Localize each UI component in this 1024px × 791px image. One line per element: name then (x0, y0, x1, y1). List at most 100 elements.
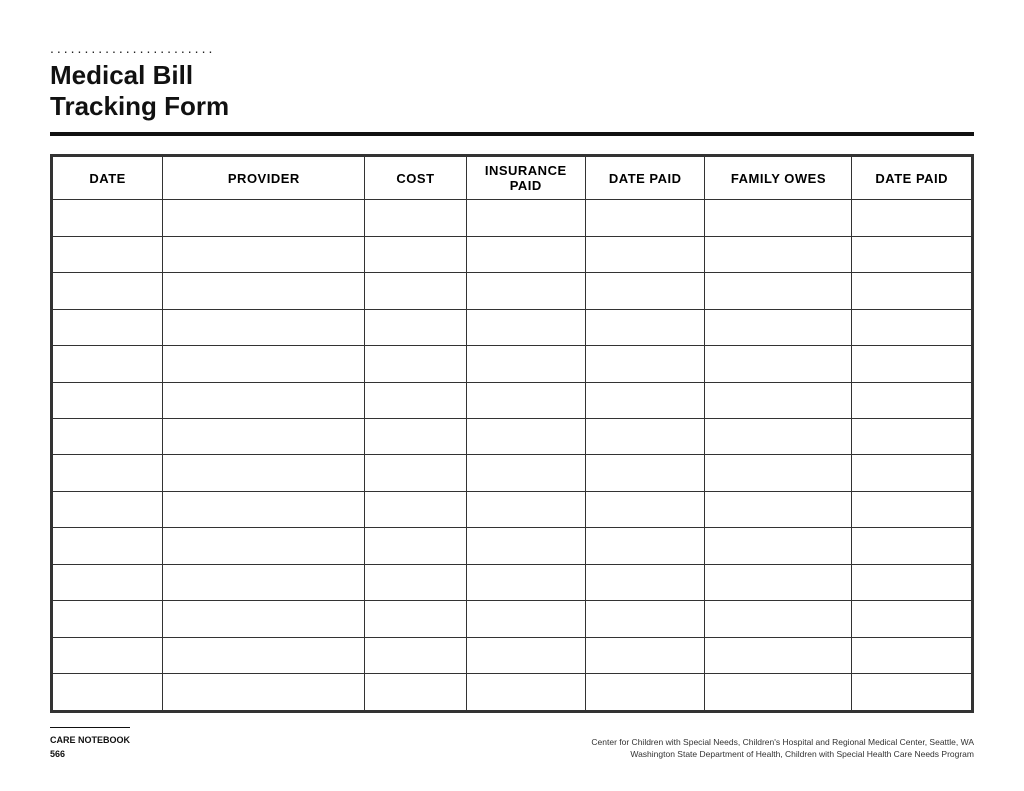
table-cell[interactable] (163, 601, 365, 637)
table-row[interactable] (53, 419, 972, 455)
table-cell[interactable] (705, 309, 852, 345)
table-cell[interactable] (365, 674, 466, 710)
table-cell[interactable] (585, 455, 704, 491)
table-cell[interactable] (585, 419, 704, 455)
table-cell[interactable] (365, 309, 466, 345)
table-cell[interactable] (365, 637, 466, 673)
table-cell[interactable] (365, 528, 466, 564)
table-cell[interactable] (705, 601, 852, 637)
table-cell[interactable] (705, 382, 852, 418)
table-cell[interactable] (705, 200, 852, 236)
table-cell[interactable] (163, 637, 365, 673)
table-cell[interactable] (163, 236, 365, 272)
table-cell[interactable] (53, 346, 163, 382)
table-cell[interactable] (852, 674, 972, 710)
table-cell[interactable] (466, 455, 585, 491)
table-cell[interactable] (53, 637, 163, 673)
table-cell[interactable] (163, 200, 365, 236)
table-cell[interactable] (163, 455, 365, 491)
table-cell[interactable] (852, 419, 972, 455)
table-cell[interactable] (852, 273, 972, 309)
table-cell[interactable] (585, 346, 704, 382)
table-cell[interactable] (365, 236, 466, 272)
table-row[interactable] (53, 309, 972, 345)
table-cell[interactable] (585, 564, 704, 600)
table-cell[interactable] (585, 382, 704, 418)
table-cell[interactable] (53, 273, 163, 309)
table-cell[interactable] (163, 346, 365, 382)
table-cell[interactable] (365, 491, 466, 527)
table-row[interactable] (53, 637, 972, 673)
table-cell[interactable] (53, 419, 163, 455)
table-cell[interactable] (705, 528, 852, 564)
table-cell[interactable] (466, 236, 585, 272)
table-cell[interactable] (466, 382, 585, 418)
table-cell[interactable] (163, 273, 365, 309)
table-cell[interactable] (365, 346, 466, 382)
table-cell[interactable] (466, 674, 585, 710)
table-cell[interactable] (852, 491, 972, 527)
table-cell[interactable] (852, 564, 972, 600)
table-cell[interactable] (365, 455, 466, 491)
table-row[interactable] (53, 674, 972, 710)
table-cell[interactable] (852, 455, 972, 491)
table-cell[interactable] (53, 455, 163, 491)
table-cell[interactable] (705, 419, 852, 455)
table-cell[interactable] (163, 564, 365, 600)
table-cell[interactable] (163, 309, 365, 345)
table-row[interactable] (53, 491, 972, 527)
table-cell[interactable] (705, 346, 852, 382)
table-cell[interactable] (466, 564, 585, 600)
table-cell[interactable] (705, 564, 852, 600)
table-cell[interactable] (163, 382, 365, 418)
table-cell[interactable] (585, 491, 704, 527)
table-cell[interactable] (852, 601, 972, 637)
table-cell[interactable] (705, 236, 852, 272)
table-cell[interactable] (53, 528, 163, 564)
table-cell[interactable] (53, 491, 163, 527)
table-cell[interactable] (705, 637, 852, 673)
table-cell[interactable] (365, 601, 466, 637)
table-cell[interactable] (466, 346, 585, 382)
table-cell[interactable] (365, 200, 466, 236)
table-cell[interactable] (705, 491, 852, 527)
table-cell[interactable] (705, 273, 852, 309)
table-cell[interactable] (466, 637, 585, 673)
table-cell[interactable] (852, 200, 972, 236)
table-cell[interactable] (53, 309, 163, 345)
table-cell[interactable] (365, 564, 466, 600)
table-row[interactable] (53, 236, 972, 272)
table-cell[interactable] (585, 601, 704, 637)
table-cell[interactable] (585, 309, 704, 345)
table-cell[interactable] (852, 528, 972, 564)
table-cell[interactable] (705, 455, 852, 491)
table-cell[interactable] (585, 637, 704, 673)
table-cell[interactable] (852, 346, 972, 382)
table-cell[interactable] (163, 491, 365, 527)
table-row[interactable] (53, 273, 972, 309)
table-cell[interactable] (365, 419, 466, 455)
table-cell[interactable] (852, 309, 972, 345)
table-cell[interactable] (365, 382, 466, 418)
table-cell[interactable] (466, 601, 585, 637)
table-row[interactable] (53, 455, 972, 491)
table-row[interactable] (53, 200, 972, 236)
table-cell[interactable] (53, 564, 163, 600)
table-cell[interactable] (585, 674, 704, 710)
table-cell[interactable] (466, 273, 585, 309)
table-cell[interactable] (53, 200, 163, 236)
table-cell[interactable] (585, 236, 704, 272)
table-cell[interactable] (53, 674, 163, 710)
table-cell[interactable] (163, 419, 365, 455)
table-row[interactable] (53, 601, 972, 637)
table-cell[interactable] (163, 674, 365, 710)
table-cell[interactable] (852, 382, 972, 418)
table-cell[interactable] (585, 200, 704, 236)
table-cell[interactable] (585, 273, 704, 309)
table-cell[interactable] (53, 382, 163, 418)
table-row[interactable] (53, 382, 972, 418)
table-cell[interactable] (466, 309, 585, 345)
table-cell[interactable] (163, 528, 365, 564)
table-row[interactable] (53, 564, 972, 600)
table-cell[interactable] (53, 236, 163, 272)
